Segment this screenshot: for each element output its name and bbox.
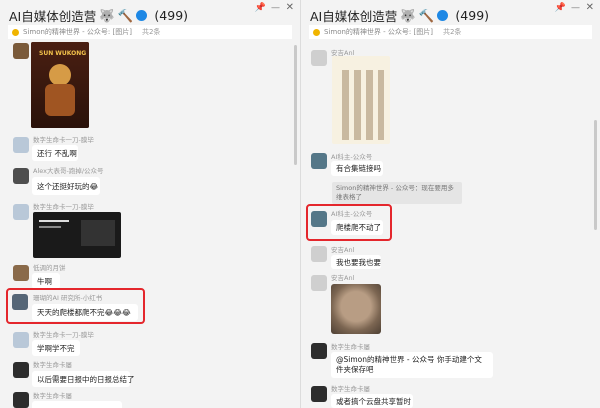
sender-name: 数字生命卡屡 <box>331 343 370 351</box>
message-bubble[interactable]: @Simon的精神世界 - 公众号 你手动建个文件夹保存吧 <box>331 352 493 378</box>
chat-title: AI自媒体创造营 🐺 🔨 (499) <box>310 6 489 25</box>
avatar[interactable] <box>13 43 29 59</box>
close-icon[interactable]: ✕ <box>586 2 594 13</box>
verified-icon <box>136 10 148 21</box>
avatar[interactable] <box>311 246 327 262</box>
message-bubble[interactable]: 或者搞个云盘共享暂时 <box>331 394 413 408</box>
avatar[interactable] <box>311 343 327 359</box>
message-bubble[interactable]: 学啊学不完 <box>32 340 80 356</box>
avatar[interactable] <box>311 211 327 227</box>
pinned-notice[interactable]: Simon的精神世界 - 公众号: [图片] 共2条 <box>8 25 292 39</box>
left-chat-pane: AI自媒体创造营 🐺 🔨 (499) 📌 — ✕ Simon的精神世界 - 公众… <box>0 0 300 408</box>
avatar[interactable] <box>13 332 29 348</box>
sender-name: 数字生命卡屡 <box>331 385 370 393</box>
sender-name: 珊瑚的AI 研究所-小红书 <box>33 294 103 302</box>
chat-title-text: AI自媒体创造营 <box>9 9 97 24</box>
sender-name: 低调的月饼 <box>33 264 66 272</box>
message-bubble[interactable]: 还行 不乱啊 <box>32 145 78 161</box>
cat-photo[interactable] <box>331 284 381 334</box>
pinned-notice[interactable]: Simon的精神世界 - 公众号: [图片] 共2条 <box>309 25 592 39</box>
poster-image[interactable]: SUN WUKONG <box>31 42 89 128</box>
hammer-icon: 🔨 <box>117 7 134 23</box>
sender-name: 数字生命卡屡 <box>33 392 72 400</box>
message-bubble[interactable]: 以后需要日报中的日报总结了 <box>32 371 135 387</box>
message-bubble[interactable]: 牛啊 <box>32 273 60 289</box>
pin-icon[interactable]: 📌 <box>555 3 566 13</box>
member-count: (499) <box>455 8 490 23</box>
message-bubble[interactable]: 有合集链接吗 <box>331 161 383 176</box>
message-bubble[interactable]: 这个还挺好玩的😂 <box>32 177 100 195</box>
hammer-icon: 🔨 <box>418 7 435 23</box>
sender-name: 安吉Anl <box>331 246 355 254</box>
avatar[interactable] <box>311 153 327 169</box>
sender-name: 数字生命卡一刀-膜毕 <box>33 136 94 144</box>
chat-title-text: AI自媒体创造营 <box>310 9 398 24</box>
sender-name: 数字生命卡一刀-膜毕 <box>33 203 94 211</box>
message-bubble[interactable]: 天天的爬楼都爬不完😂😂😂 <box>32 304 138 321</box>
avatar[interactable] <box>311 50 327 66</box>
sender-name: 数字生命卡一刀-膜毕 <box>33 331 94 339</box>
right-chat-pane: AI自媒体创造营 🐺 🔨 (499) 📌 — ✕ Simon的精神世界 - 公众… <box>301 0 600 408</box>
minimize-icon[interactable]: — <box>571 3 580 13</box>
system-message: Simon的精神世界 - 公众号：现在要用多维表格了 <box>332 182 462 204</box>
screenshot-image[interactable] <box>33 212 121 258</box>
avatar[interactable] <box>13 168 29 184</box>
minimize-icon[interactable]: — <box>271 3 280 13</box>
poster-title: SUN WUKONG <box>39 50 87 57</box>
verified-icon <box>437 10 449 21</box>
message-bubble[interactable]: 我也要我也要 <box>331 255 381 269</box>
avatar[interactable] <box>311 275 327 291</box>
pin-icon[interactable]: 📌 <box>255 3 266 13</box>
scrollbar[interactable] <box>594 120 597 230</box>
message-bubble[interactable]: 爬楼爬不动了 <box>331 220 383 235</box>
wolf-emoji-icon: 🐺 <box>400 7 416 23</box>
avatar[interactable] <box>13 204 29 220</box>
notice-more[interactable]: 共2条 <box>443 27 461 37</box>
sender-name: 安吉Anl <box>331 274 355 282</box>
notice-text: Simon的精神世界 - 公众号: [图片] <box>324 28 433 36</box>
notice-text: Simon的精神世界 - 公众号: [图片] <box>23 28 132 36</box>
chat-title: AI自媒体创造营 🐺 🔨 (499) <box>9 6 188 25</box>
sender-name: Alex大表哥-跑掉/公众号 <box>33 167 104 175</box>
wolf-emoji-icon: 🐺 <box>99 7 115 23</box>
sender-name: AI科主-公众号 <box>331 210 373 218</box>
sender-name: 数字生命卡屡 <box>33 361 72 369</box>
notice-more[interactable]: 共2条 <box>142 27 160 37</box>
notice-icon <box>313 28 320 36</box>
avatar[interactable] <box>13 362 29 378</box>
member-count: (499) <box>154 8 189 23</box>
sticker-grid-image[interactable] <box>332 56 390 144</box>
avatar[interactable] <box>13 265 29 281</box>
avatar[interactable] <box>12 294 28 310</box>
message-bubble[interactable] <box>32 401 122 408</box>
scrollbar[interactable] <box>294 45 297 165</box>
avatar[interactable] <box>13 137 29 153</box>
avatar[interactable] <box>13 392 29 408</box>
close-icon[interactable]: ✕ <box>286 2 294 13</box>
sender-name: AI科主-公众号 <box>331 153 373 161</box>
notice-icon <box>12 28 19 36</box>
avatar[interactable] <box>311 386 327 402</box>
